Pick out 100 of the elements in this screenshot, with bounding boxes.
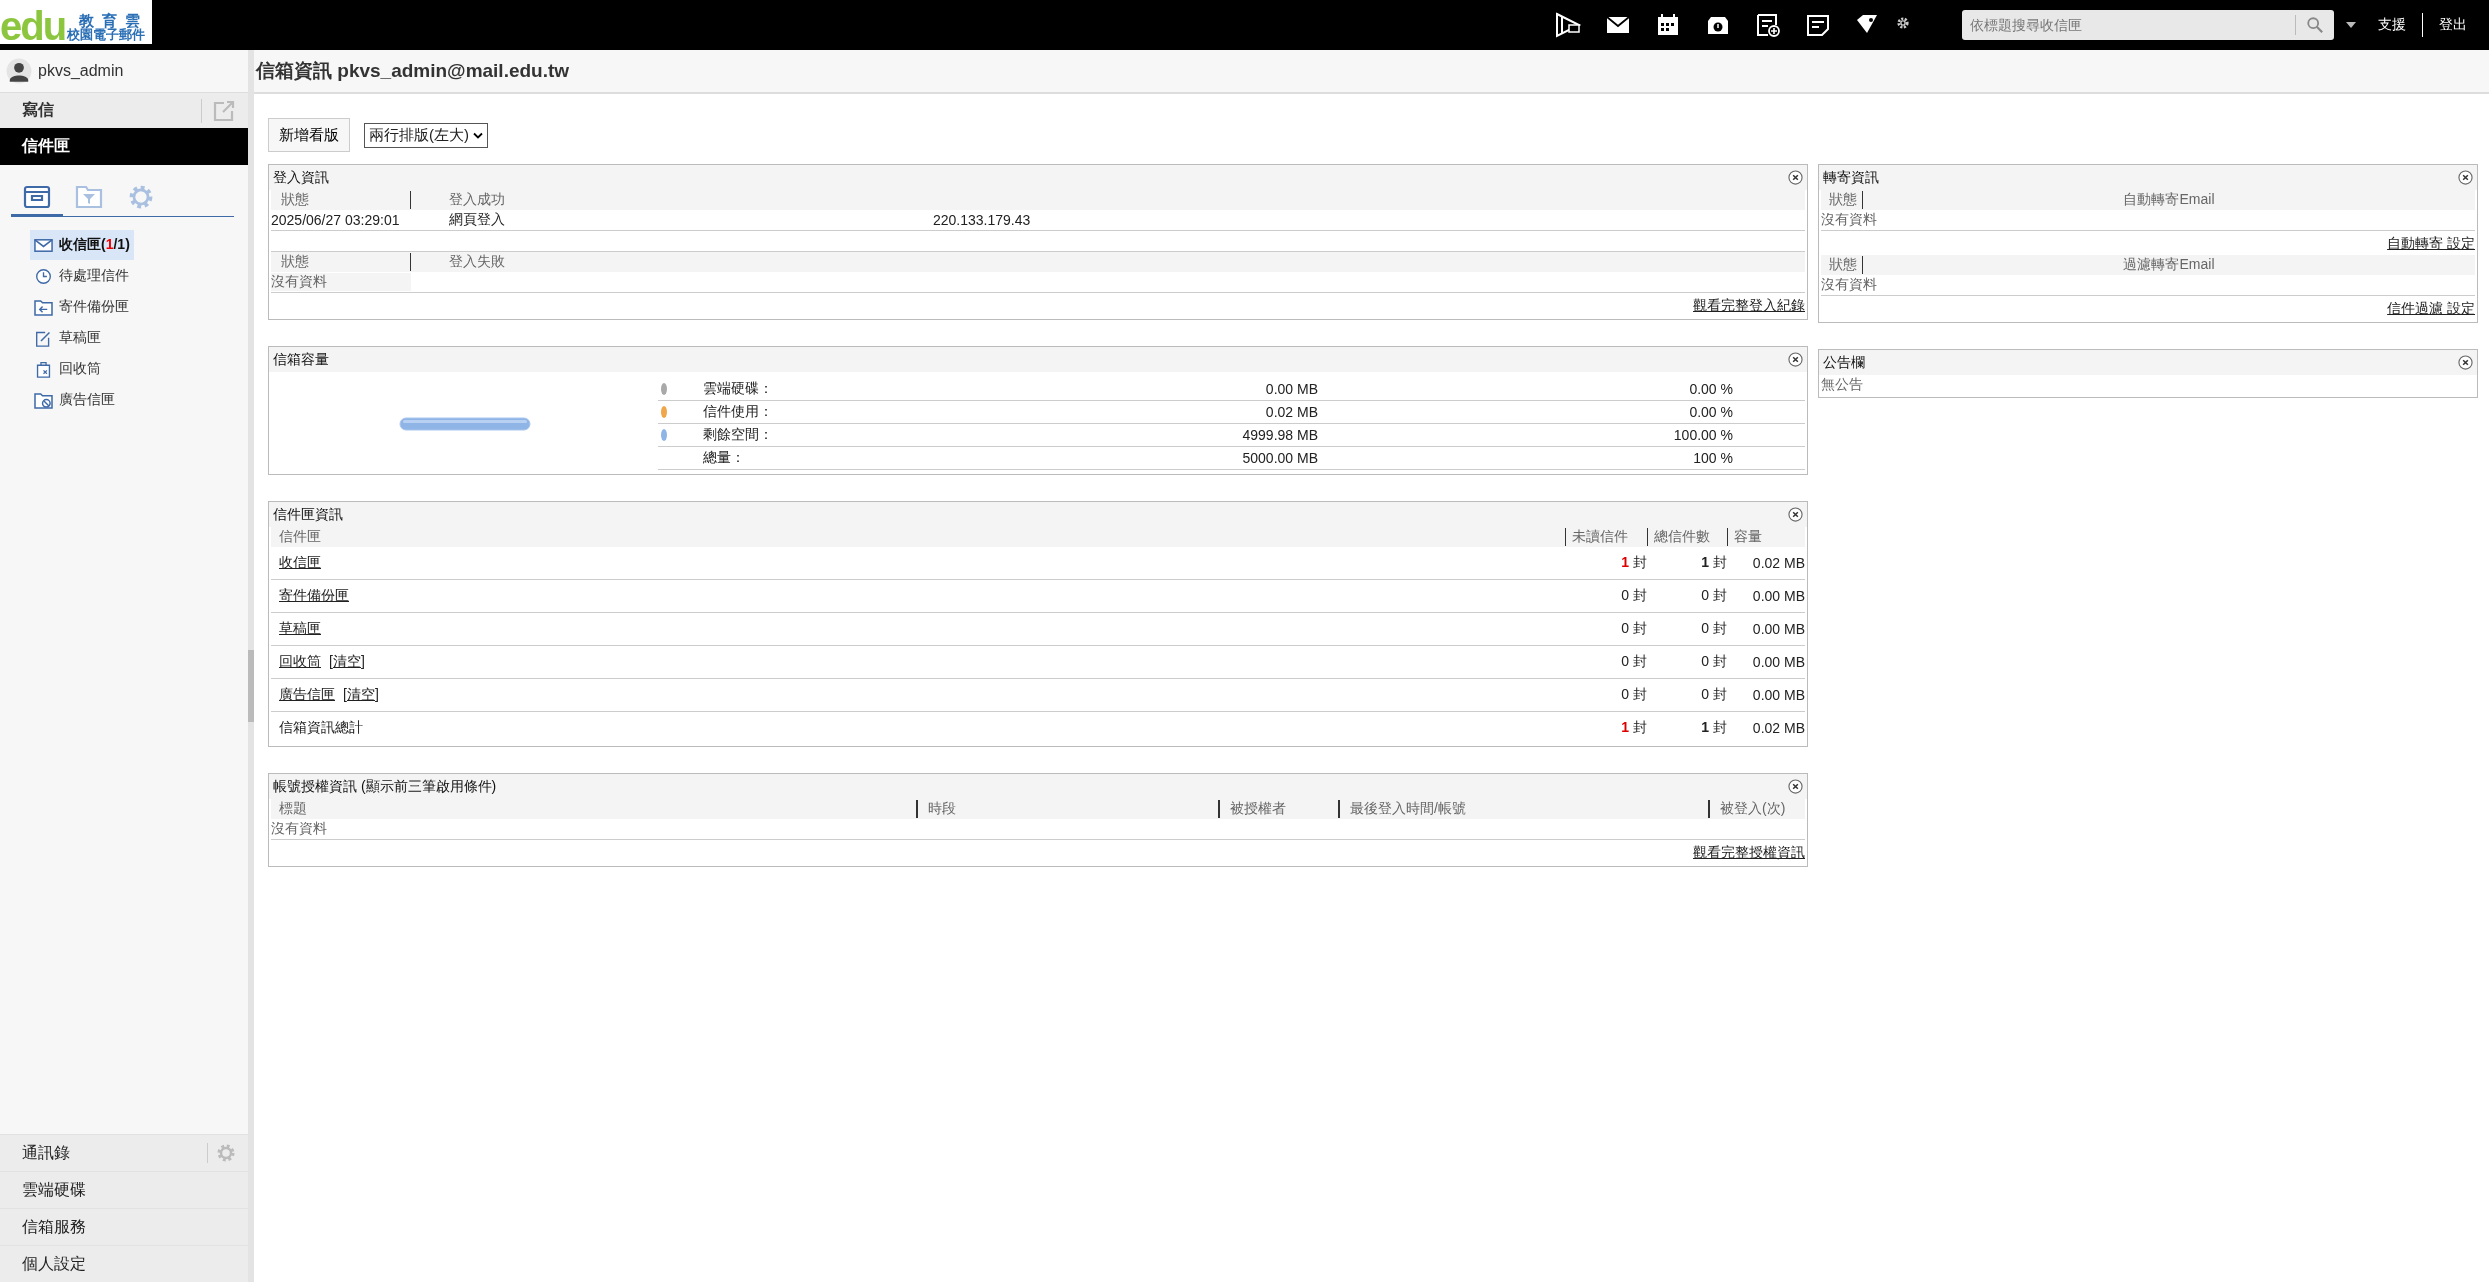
column-header: 被授權者: [1218, 800, 1338, 818]
legend-label: 剩餘空間：: [703, 426, 774, 444]
close-icon[interactable]: [1788, 779, 1803, 794]
column-header: 狀態: [1821, 256, 1863, 274]
close-icon[interactable]: [2458, 170, 2473, 185]
legend-label: 雲端硬碟：: [703, 380, 774, 398]
page-title: 信箱資訊 pkvs_admin@mail.edu.tw: [254, 59, 570, 83]
envelope-icon: [34, 236, 53, 254]
folder-item[interactable]: 草稿匣: [30, 323, 105, 353]
settings-link[interactable]: 信件過濾 設定: [2387, 300, 2475, 316]
full-log-link[interactable]: 觀看完整登入紀錄: [1693, 297, 1805, 313]
folder-item[interactable]: 收信匣(1/1): [30, 230, 134, 260]
table-cell-text: 0 封: [1700, 653, 1727, 671]
column-header: 被登入(次): [1708, 800, 1805, 818]
close-icon[interactable]: [1788, 170, 1803, 185]
avatar-icon: [6, 58, 32, 84]
header-link[interactable]: 登出: [2439, 16, 2467, 34]
gear-icon[interactable]: [1896, 16, 1910, 30]
user-name: pkvs_admin: [38, 62, 124, 80]
compose-link[interactable]: 寫信: [22, 100, 54, 121]
full-auth-link[interactable]: 觀看完整授權資訊: [1693, 844, 1805, 860]
table-cell-text: 1 封: [1620, 719, 1647, 737]
folder-label: 收信匣(1/1): [59, 236, 130, 254]
column-header: 標題: [278, 800, 308, 818]
search-icon[interactable]: [2306, 16, 2324, 34]
table-cell-text: 0.00 %: [1688, 404, 1733, 420]
table-cell-text: 0 封: [1620, 620, 1647, 638]
empty-message: 沒有資料: [1821, 211, 1877, 229]
close-icon[interactable]: [2458, 355, 2473, 370]
folder-link[interactable]: 收信匣: [279, 554, 321, 572]
column-header: 過濾轉寄Email: [2122, 256, 2216, 274]
sidebar-menu-item[interactable]: 個人設定: [0, 1245, 248, 1282]
settings-link[interactable]: 自動轉寄 設定: [2387, 235, 2475, 251]
table-cell-text: 0 封: [1620, 686, 1647, 704]
layout-select[interactable]: 兩行排版(左大): [364, 122, 488, 148]
table-cell-text: 0.00 MB: [1751, 621, 1805, 637]
trash-icon: [34, 360, 53, 378]
panel-title: 信件匣資訊: [273, 505, 343, 524]
search-field[interactable]: 依標題搜尋收信匣: [1962, 10, 2334, 40]
menu-label: 雲端硬碟: [22, 1179, 86, 1200]
table-cell-text: 100.00 %: [1672, 427, 1733, 443]
folder-label: 寄件備份匣: [59, 298, 129, 316]
empty-folder-link[interactable]: [清空]: [343, 686, 379, 704]
chevron-icon[interactable]: [473, 131, 483, 139]
add-board-button[interactable]: 新增看版: [268, 118, 350, 152]
folder-item[interactable]: 寄件備份匣: [30, 292, 133, 322]
menu-label: 個人設定: [22, 1253, 86, 1274]
sidebar-menu-item[interactable]: 雲端硬碟: [0, 1171, 248, 1208]
column-header: 信件匣: [278, 528, 322, 546]
empty-message: 沒有資料: [271, 273, 411, 291]
table-cell-text: 2025/06/27 03:29:01: [271, 212, 401, 228]
column-header: 總信件數: [1647, 528, 1727, 546]
folder-icon: [34, 391, 53, 409]
close-icon[interactable]: [1788, 352, 1803, 367]
table-cell-text: 0.00 MB: [1751, 654, 1805, 670]
folder-label: 草稿匣: [59, 329, 101, 347]
table-cell-text: 220.133.179.43: [933, 212, 1032, 228]
sidebar-menu-item[interactable]: 通訊錄: [0, 1134, 248, 1171]
close-icon[interactable]: [1788, 507, 1803, 522]
legend-label: 總量：: [703, 449, 746, 467]
column-header: 狀態: [271, 253, 411, 271]
sidebar-menu-item[interactable]: 信箱服務: [0, 1208, 248, 1245]
column-header: 登入成功: [448, 191, 506, 209]
section-header[interactable]: 信件匣: [0, 128, 248, 165]
table-cell-text: 1 封: [1620, 554, 1647, 572]
table-cell-text: 100 %: [1692, 450, 1733, 466]
folder-item[interactable]: 回收筒: [30, 354, 105, 384]
table-cell-text: 0.02 MB: [1751, 720, 1805, 736]
empty-message: 沒有資料: [271, 820, 327, 838]
menu-label: 通訊錄: [22, 1142, 70, 1163]
play-icon[interactable]: [1554, 11, 1582, 39]
table-cell-text: 0 封: [1620, 653, 1647, 671]
folder-link[interactable]: 草稿匣: [279, 620, 321, 638]
table-cell-text: 0.02 MB: [1264, 404, 1318, 420]
table-cell-text: 0.00 MB: [1751, 687, 1805, 703]
table-cell-text: 1 封: [1700, 554, 1727, 572]
add-note-icon[interactable]: [1754, 11, 1782, 39]
folder-link[interactable]: 寄件備份匣: [279, 587, 349, 605]
folder-label: 廣告信匣: [59, 391, 115, 409]
table-cell-text: 0.00 %: [1688, 381, 1733, 397]
header-link[interactable]: 支援: [2378, 16, 2406, 34]
column-header: 容量: [1727, 528, 1805, 546]
folder-link[interactable]: 回收筒: [279, 653, 321, 671]
empty-message: 沒有資料: [1821, 276, 1877, 294]
collapse-handle[interactable]: [248, 650, 254, 722]
panel-title: 登入資訊: [273, 168, 329, 187]
caret-icon[interactable]: [2346, 22, 2356, 28]
folder-item[interactable]: 廣告信匣: [30, 385, 119, 415]
folder-link[interactable]: 廣告信匣: [279, 686, 335, 704]
inbox-icon: [23, 183, 51, 210]
table-cell-text: 0.00 MB: [1751, 588, 1805, 604]
panel-title: 轉寄資訊: [1823, 168, 1879, 187]
column-header: 自動轉寄Email: [2122, 191, 2216, 209]
folder-label: 回收筒: [59, 360, 101, 378]
folder-item[interactable]: 待處理信件: [30, 261, 133, 291]
clock-icon: [34, 267, 53, 285]
table-cell-text: 4999.98 MB: [1241, 427, 1318, 443]
empty-folder-link[interactable]: [清空]: [329, 653, 365, 671]
filter-folder-icon: [75, 183, 103, 210]
column-header: 未讀信件: [1565, 528, 1647, 546]
